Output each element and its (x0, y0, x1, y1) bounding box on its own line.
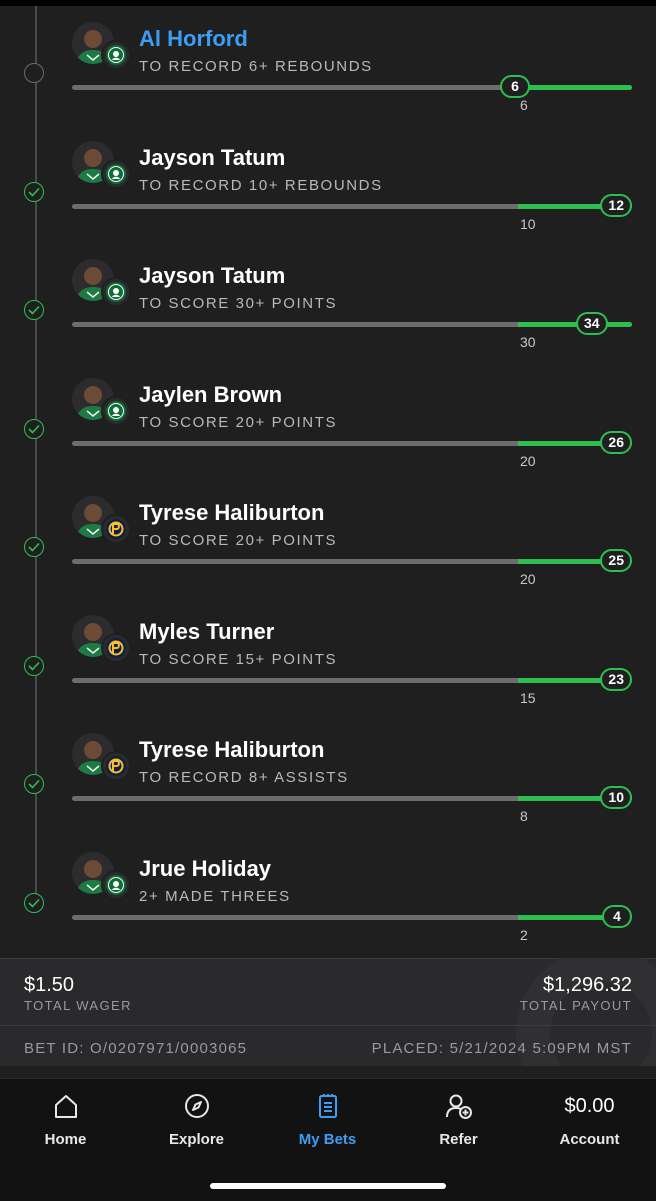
nav-refer[interactable]: Refer (393, 1079, 524, 1159)
bet-summary: $1.50 TOTAL WAGER $1,296.32 TOTAL PAYOUT… (0, 958, 656, 1066)
player-name: Tyrese Haliburton (139, 737, 325, 762)
nav-home-label: Home (44, 1131, 87, 1148)
prop-description: TO RECORD 8+ ASSISTS (139, 769, 349, 786)
progress-track (72, 914, 632, 920)
nav-my-bets-label: My Bets (298, 1131, 357, 1148)
total-wager-label: TOTAL WAGER (24, 998, 132, 1013)
nav-refer-label: Refer (439, 1131, 478, 1148)
leg-won-status (24, 655, 44, 676)
bottom-nav: Home Explore My Bets Refer $0.00 Account (0, 1078, 656, 1201)
current-stat-pill: 26 (600, 430, 632, 454)
summary-nav-gap (0, 1066, 656, 1078)
account-balance-value: $0.00 (564, 1094, 615, 1117)
compass-icon (131, 1091, 262, 1121)
parlay-leg: Al Horford TO RECORD 6+ REBOUNDS 6 6 (0, 6, 656, 124)
leg-won-status (24, 418, 44, 439)
bet-slip-icon (262, 1091, 393, 1121)
player-name: Jrue Holiday (139, 855, 272, 881)
leg-won-status (24, 300, 44, 320)
current-stat-pill: 10 (600, 786, 632, 809)
parlay-leg: Jayson Tatum TO RECORD 10+ REBOUNDS 10 12 (0, 125, 656, 243)
current-stat-pill: 4 (602, 904, 632, 928)
threshold-label: 30 (520, 334, 536, 350)
nav-home[interactable]: Home (0, 1079, 131, 1159)
progress-track (72, 85, 632, 90)
nav-account[interactable]: $0.00 Account (524, 1079, 655, 1159)
prop-description: 2+ MADE THREES (139, 887, 291, 905)
prop-description: TO SCORE 20+ POINTS (139, 532, 338, 549)
celtics-logo-icon (101, 158, 131, 189)
progress-track (72, 440, 632, 446)
add-user-icon (393, 1091, 524, 1121)
player-name: Jayson Tatum (139, 263, 286, 288)
parlay-leg: Tyrese Haliburton TO RECORD 8+ ASSISTS 8 10 (0, 717, 656, 835)
threshold-label: 10 (520, 215, 536, 232)
prop-description: TO RECORD 6+ REBOUNDS (139, 58, 373, 75)
pacers-logo-icon (101, 514, 131, 544)
prop-description: TO SCORE 20+ POINTS (139, 413, 338, 431)
parlay-leg: Tyrese Haliburton TO SCORE 20+ POINTS 20 25 (0, 480, 656, 598)
parlay-leg: Jaylen Brown TO SCORE 20+ POINTS 20 26 (0, 362, 656, 480)
threshold-label: 6 (520, 97, 528, 113)
pacers-logo-icon (101, 751, 131, 781)
leg-won-status (24, 774, 44, 794)
leg-won-status (24, 537, 44, 557)
current-stat-pill: 23 (600, 667, 632, 691)
prop-description: TO SCORE 15+ POINTS (139, 650, 338, 668)
pacers-logo-icon (101, 632, 131, 663)
bet-id: BET ID: O/0207971/0003065 (24, 1040, 248, 1057)
celtics-logo-icon (101, 40, 131, 70)
threshold-label: 8 (520, 808, 528, 824)
summary-divider (0, 1025, 656, 1026)
leg-live-status (24, 63, 44, 83)
player-name: Jayson Tatum (139, 144, 286, 170)
player-name: Al Horford (139, 26, 248, 51)
current-stat-pill: 34 (576, 312, 608, 335)
player-name: Myles Turner (139, 618, 275, 644)
nav-account-label: Account (559, 1131, 620, 1148)
threshold-label: 20 (520, 452, 536, 469)
home-indicator[interactable] (210, 1183, 446, 1189)
player-name: Tyrese Haliburton (139, 500, 325, 525)
current-stat-pill: 25 (600, 549, 632, 572)
progress-track (72, 203, 632, 209)
progress-track (72, 796, 632, 801)
threshold-label: 2 (520, 926, 528, 943)
progress-track (72, 677, 632, 683)
celtics-logo-icon (101, 395, 131, 426)
celtics-logo-icon (101, 869, 131, 900)
parlay-leg: Jayson Tatum TO SCORE 30+ POINTS 30 34 (0, 243, 656, 361)
progress-track (72, 322, 632, 327)
parlay-leg: Jrue Holiday 2+ MADE THREES 2 4 (0, 836, 656, 954)
total-payout-label: TOTAL PAYOUT (519, 998, 632, 1013)
placed-timestamp: PLACED: 5/21/2024 5:09PM MST (371, 1040, 632, 1057)
nav-explore-label: Explore (168, 1131, 225, 1148)
prop-description: TO SCORE 30+ POINTS (139, 295, 338, 312)
prop-description: TO RECORD 10+ REBOUNDS (139, 176, 383, 194)
celtics-logo-icon (101, 277, 131, 307)
player-name: Jaylen Brown (139, 381, 283, 407)
leg-won-status (24, 892, 44, 913)
account-balance: $0.00 (524, 1091, 655, 1121)
threshold-label: 20 (520, 571, 536, 587)
parlay-leg: Myles Turner TO SCORE 15+ POINTS 15 23 (0, 599, 656, 717)
progress-track (72, 559, 632, 564)
progress-fill (518, 85, 632, 90)
leg-won-status (24, 181, 44, 202)
threshold-label: 15 (520, 689, 536, 706)
current-stat-pill: 6 (500, 75, 530, 98)
home-icon (0, 1091, 131, 1121)
progress-fill (518, 322, 632, 327)
current-stat-pill: 12 (600, 193, 632, 217)
nav-explore[interactable]: Explore (131, 1079, 262, 1159)
total-wager-value: $1.50 (24, 974, 75, 996)
total-payout-value: $1,296.32 (543, 974, 632, 996)
nav-my-bets[interactable]: My Bets (262, 1079, 393, 1159)
